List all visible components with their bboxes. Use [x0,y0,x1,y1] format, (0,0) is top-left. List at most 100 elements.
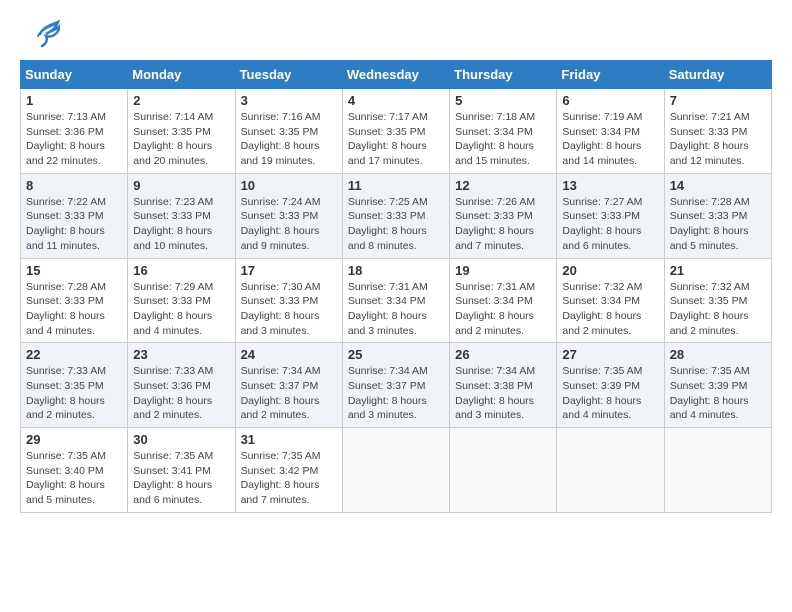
daylight-label: Daylight: 8 hours and 3 minutes. [348,395,427,422]
calendar-cell [450,428,557,513]
daylight-label: Daylight: 8 hours and 11 minutes. [26,225,105,252]
sunrise-label: Sunrise: 7:26 AM [455,196,535,208]
sunset-label: Sunset: 3:39 PM [562,380,640,392]
sunset-label: Sunset: 3:33 PM [133,295,211,307]
daylight-label: Daylight: 8 hours and 3 minutes. [241,310,320,337]
sunset-label: Sunset: 3:34 PM [348,295,426,307]
daylight-label: Daylight: 8 hours and 3 minutes. [455,395,534,422]
calendar-cell [664,428,771,513]
sunset-label: Sunset: 3:36 PM [26,126,104,138]
calendar-cell: 30 Sunrise: 7:35 AM Sunset: 3:41 PM Dayl… [128,428,235,513]
calendar-cell: 20 Sunrise: 7:32 AM Sunset: 3:34 PM Dayl… [557,258,664,343]
sunrise-label: Sunrise: 7:16 AM [241,111,321,123]
day-info: Sunrise: 7:24 AM Sunset: 3:33 PM Dayligh… [241,195,337,254]
daylight-label: Daylight: 8 hours and 4 minutes. [670,395,749,422]
daylight-label: Daylight: 8 hours and 12 minutes. [670,140,749,167]
day-number: 2 [133,93,229,108]
sunset-label: Sunset: 3:37 PM [348,380,426,392]
sunset-label: Sunset: 3:34 PM [455,126,533,138]
sunset-label: Sunset: 3:36 PM [133,380,211,392]
calendar-cell: 11 Sunrise: 7:25 AM Sunset: 3:33 PM Dayl… [342,173,449,258]
daylight-label: Daylight: 8 hours and 2 minutes. [670,310,749,337]
sunset-label: Sunset: 3:33 PM [26,295,104,307]
day-info: Sunrise: 7:33 AM Sunset: 3:35 PM Dayligh… [26,364,122,423]
day-info: Sunrise: 7:33 AM Sunset: 3:36 PM Dayligh… [133,364,229,423]
day-number: 12 [455,178,551,193]
day-number: 8 [26,178,122,193]
sunset-label: Sunset: 3:33 PM [562,210,640,222]
calendar-cell: 3 Sunrise: 7:16 AM Sunset: 3:35 PM Dayli… [235,89,342,174]
sunrise-label: Sunrise: 7:14 AM [133,111,213,123]
sunset-label: Sunset: 3:33 PM [241,210,319,222]
header-monday: Monday [128,61,235,89]
day-number: 14 [670,178,766,193]
calendar-cell: 6 Sunrise: 7:19 AM Sunset: 3:34 PM Dayli… [557,89,664,174]
day-info: Sunrise: 7:31 AM Sunset: 3:34 PM Dayligh… [348,280,444,339]
day-number: 13 [562,178,658,193]
day-info: Sunrise: 7:27 AM Sunset: 3:33 PM Dayligh… [562,195,658,254]
day-info: Sunrise: 7:18 AM Sunset: 3:34 PM Dayligh… [455,110,551,169]
day-number: 16 [133,263,229,278]
calendar-cell: 2 Sunrise: 7:14 AM Sunset: 3:35 PM Dayli… [128,89,235,174]
sunrise-label: Sunrise: 7:35 AM [133,450,213,462]
sunrise-label: Sunrise: 7:35 AM [26,450,106,462]
sunset-label: Sunset: 3:40 PM [26,465,104,477]
day-number: 29 [26,432,122,447]
day-info: Sunrise: 7:29 AM Sunset: 3:33 PM Dayligh… [133,280,229,339]
day-info: Sunrise: 7:35 AM Sunset: 3:39 PM Dayligh… [562,364,658,423]
sunrise-label: Sunrise: 7:32 AM [562,281,642,293]
calendar-cell [557,428,664,513]
header-tuesday: Tuesday [235,61,342,89]
sunrise-label: Sunrise: 7:33 AM [133,365,213,377]
day-number: 7 [670,93,766,108]
daylight-label: Daylight: 8 hours and 4 minutes. [26,310,105,337]
day-number: 31 [241,432,337,447]
day-info: Sunrise: 7:32 AM Sunset: 3:34 PM Dayligh… [562,280,658,339]
logo [20,16,60,52]
sunset-label: Sunset: 3:33 PM [241,295,319,307]
sunset-label: Sunset: 3:34 PM [455,295,533,307]
sunset-label: Sunset: 3:34 PM [562,126,640,138]
sunrise-label: Sunrise: 7:17 AM [348,111,428,123]
calendar-cell: 17 Sunrise: 7:30 AM Sunset: 3:33 PM Dayl… [235,258,342,343]
day-info: Sunrise: 7:31 AM Sunset: 3:34 PM Dayligh… [455,280,551,339]
sunrise-label: Sunrise: 7:13 AM [26,111,106,123]
calendar-cell [342,428,449,513]
daylight-label: Daylight: 8 hours and 8 minutes. [348,225,427,252]
daylight-label: Daylight: 8 hours and 10 minutes. [133,225,212,252]
sunset-label: Sunset: 3:35 PM [241,126,319,138]
daylight-label: Daylight: 8 hours and 9 minutes. [241,225,320,252]
daylight-label: Daylight: 8 hours and 4 minutes. [562,395,641,422]
day-info: Sunrise: 7:21 AM Sunset: 3:33 PM Dayligh… [670,110,766,169]
day-info: Sunrise: 7:28 AM Sunset: 3:33 PM Dayligh… [26,280,122,339]
header-saturday: Saturday [664,61,771,89]
day-info: Sunrise: 7:35 AM Sunset: 3:42 PM Dayligh… [241,449,337,508]
sunrise-label: Sunrise: 7:35 AM [562,365,642,377]
calendar-cell: 4 Sunrise: 7:17 AM Sunset: 3:35 PM Dayli… [342,89,449,174]
day-number: 5 [455,93,551,108]
daylight-label: Daylight: 8 hours and 7 minutes. [241,479,320,506]
calendar-cell: 29 Sunrise: 7:35 AM Sunset: 3:40 PM Dayl… [21,428,128,513]
sunset-label: Sunset: 3:33 PM [26,210,104,222]
daylight-label: Daylight: 8 hours and 2 minutes. [241,395,320,422]
sunrise-label: Sunrise: 7:31 AM [348,281,428,293]
sunset-label: Sunset: 3:33 PM [670,126,748,138]
day-info: Sunrise: 7:35 AM Sunset: 3:40 PM Dayligh… [26,449,122,508]
calendar-header-row: SundayMondayTuesdayWednesdayThursdayFrid… [21,61,772,89]
day-info: Sunrise: 7:19 AM Sunset: 3:34 PM Dayligh… [562,110,658,169]
header-thursday: Thursday [450,61,557,89]
calendar-cell: 7 Sunrise: 7:21 AM Sunset: 3:33 PM Dayli… [664,89,771,174]
day-info: Sunrise: 7:13 AM Sunset: 3:36 PM Dayligh… [26,110,122,169]
calendar-week-2: 8 Sunrise: 7:22 AM Sunset: 3:33 PM Dayli… [21,173,772,258]
sunrise-label: Sunrise: 7:19 AM [562,111,642,123]
day-info: Sunrise: 7:34 AM Sunset: 3:37 PM Dayligh… [241,364,337,423]
day-info: Sunrise: 7:16 AM Sunset: 3:35 PM Dayligh… [241,110,337,169]
day-number: 15 [26,263,122,278]
calendar-week-3: 15 Sunrise: 7:28 AM Sunset: 3:33 PM Dayl… [21,258,772,343]
day-number: 9 [133,178,229,193]
day-number: 6 [562,93,658,108]
daylight-label: Daylight: 8 hours and 2 minutes. [133,395,212,422]
header-sunday: Sunday [21,61,128,89]
daylight-label: Daylight: 8 hours and 6 minutes. [562,225,641,252]
sunset-label: Sunset: 3:35 PM [133,126,211,138]
